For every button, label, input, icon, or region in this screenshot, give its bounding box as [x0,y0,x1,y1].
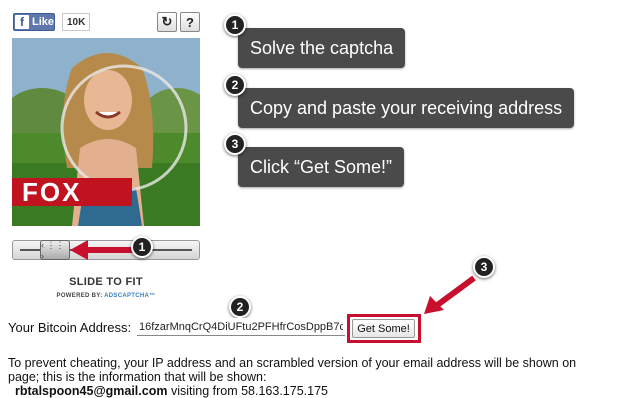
bitcoin-address-input[interactable] [137,318,345,336]
slider-pointer-arrow [70,240,134,260]
slider-step-badge: 1 [131,236,153,258]
facebook-like-label: Like [31,16,54,28]
adscaptcha-logo: ADSCAPTCHA™ [104,293,156,299]
refresh-captcha-button[interactable]: ↻ [157,12,177,32]
help-icon: ? [186,14,194,30]
facebook-f-icon: f [15,15,29,29]
notice-line-1: To prevent cheating, your IP address and… [8,356,577,370]
callout-text: Copy and paste your receiving address [250,97,563,118]
cheating-notice: To prevent cheating, your IP address and… [8,356,618,398]
callout-text: Click “Get Some!” [250,156,393,177]
facebook-like-button[interactable]: f Like [13,13,55,31]
callout-step-1: Solve the captcha [238,28,406,68]
slide-to-fit-label: SLIDE TO FIT [69,276,143,288]
bitcoin-address-label: Your Bitcoin Address: [8,320,132,335]
powered-prefix: POWERED BY: [56,293,103,299]
callout-step-2: Copy and paste your receiving address [238,88,575,128]
drag-handle-icon: ‹ ⋮⋮ › [41,239,65,261]
facebook-like-count: 10K [62,13,91,31]
notice-line-2: page; this is the information that will … [8,370,267,384]
powered-by-label: POWERED BY: ADSCAPTCHA™ [12,293,200,299]
callout-step-3: Click “Get Some!” [238,147,405,187]
captcha-banner-text: FOX [22,177,82,207]
help-button[interactable]: ? [180,12,200,32]
callout-badge-3: 3 [224,133,246,155]
callout-text: Solve the captcha [250,37,394,58]
captcha-image: FOX [12,38,200,226]
button-pointer-arrow [424,275,476,314]
refresh-icon: ↻ [161,14,173,29]
address-step-badge: 2 [229,296,251,318]
get-some-button[interactable]: Get Some! [352,319,415,338]
callout-badge-2: 2 [224,74,246,96]
callout-badge-1: 1 [224,14,246,36]
